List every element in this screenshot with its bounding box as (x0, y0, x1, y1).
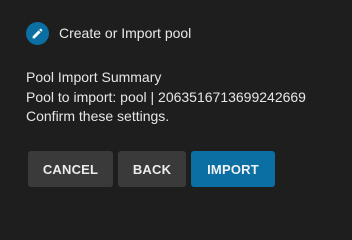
summary-heading: Pool Import Summary (26, 69, 162, 85)
back-button[interactable]: BACK (118, 151, 186, 187)
cancel-button[interactable]: CANCEL (28, 151, 113, 187)
dialog-actions: CANCEL BACK IMPORT (28, 151, 275, 187)
dialog-title: Create or Import pool (59, 25, 192, 41)
confirm-text: Confirm these settings. (26, 108, 170, 124)
pool-to-import-text: Pool to import: pool | 20635167136992426… (26, 88, 306, 105)
import-button[interactable]: IMPORT (191, 151, 275, 187)
pencil-icon (26, 21, 49, 45)
dialog-header: Create or Import pool (26, 20, 191, 46)
import-summary: Pool Import Summary Pool to import: pool… (26, 68, 306, 127)
